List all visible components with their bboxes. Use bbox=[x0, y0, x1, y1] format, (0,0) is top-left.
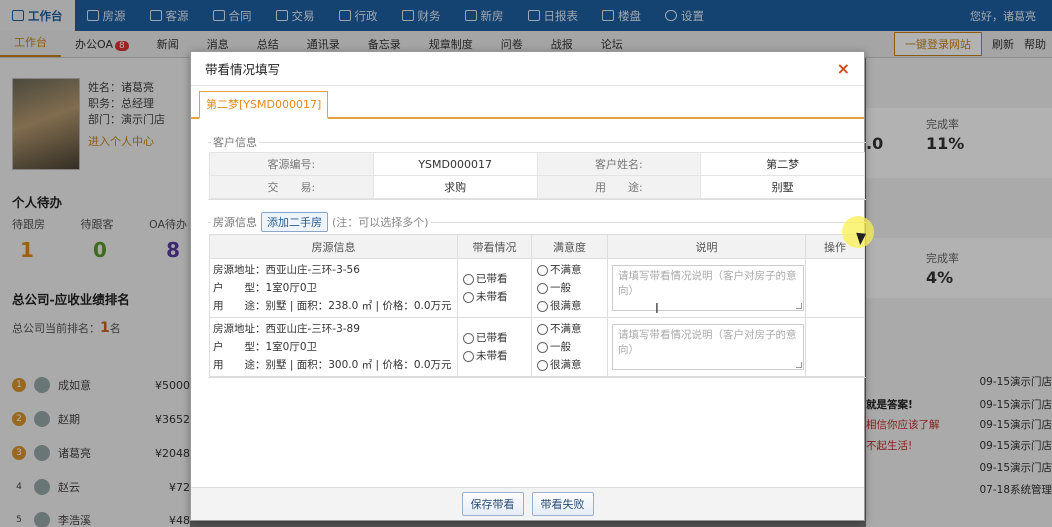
radio-very-satisfied[interactable]: 很满意 bbox=[537, 356, 607, 374]
showing-status-cell: 已带看 未带看 bbox=[457, 317, 532, 377]
field-value: YSMD000017 bbox=[372, 152, 538, 176]
house-usage: 用 途：别墅 | 面积：300.0 ㎡ | 价格：0.0万元 bbox=[213, 359, 452, 371]
showing-note-textarea[interactable]: 请填写带看情况说明（客户对房子的意向） bbox=[612, 324, 804, 370]
house-layout: 户 型：1室0厅0卫 bbox=[213, 282, 318, 294]
radio-circle-icon[interactable] bbox=[537, 282, 548, 294]
radio-circle-icon[interactable] bbox=[537, 264, 548, 276]
house-usage: 用 途：别墅 | 面积：238.0 ㎡ | 价格：0.0万元 bbox=[213, 300, 452, 312]
table-row: 交 易: 求购 用 途: 别墅 bbox=[209, 175, 865, 199]
radio-shown[interactable]: 已带看 bbox=[463, 270, 531, 288]
house-info-section: 房源信息 添加二手房 (注：可以选择多个) 房源信息 带看情况 满意度 说明 操… bbox=[199, 212, 866, 378]
house-table: 房源信息 带看情况 满意度 说明 操作 房源地址：西亚山庄-三环-3-56 户 … bbox=[209, 234, 865, 377]
radio-average[interactable]: 一般 bbox=[537, 279, 607, 297]
showing-status-cell: 已带看 未带看 bbox=[457, 258, 532, 318]
radio-very-satisfied[interactable]: 很满意 bbox=[537, 297, 607, 315]
add-second-hand-house-button[interactable]: 添加二手房 bbox=[261, 212, 328, 232]
house-info-cell: 房源地址：西亚山庄-三环-3-56 户 型：1室0厅0卫 用 途：别墅 | 面积… bbox=[209, 258, 458, 318]
radio-label: 未带看 bbox=[476, 350, 508, 362]
dialog-footer: 保存带看 带看失败 bbox=[191, 487, 864, 520]
action-cell bbox=[805, 258, 865, 318]
showing-failed-button[interactable]: 带看失败 bbox=[531, 492, 594, 516]
radio-not-shown[interactable]: 未带看 bbox=[463, 347, 531, 365]
radio-circle-icon[interactable] bbox=[537, 341, 548, 353]
radio-circle-icon[interactable] bbox=[463, 273, 474, 285]
radio-not-shown[interactable]: 未带看 bbox=[463, 288, 531, 306]
field-value: 第二梦 bbox=[700, 152, 865, 176]
table-row: 房源地址：西亚山庄-三环-3-89 户 型：1室0厅0卫 用 途：别墅 | 面积… bbox=[209, 317, 865, 377]
resize-grip-icon[interactable] bbox=[796, 362, 802, 368]
field-value: 求购 bbox=[372, 175, 538, 199]
column-header: 带看情况 bbox=[457, 234, 532, 259]
radio-label: 一般 bbox=[550, 282, 571, 294]
field-value: 别墅 bbox=[700, 175, 865, 199]
radio-average[interactable]: 一般 bbox=[537, 338, 607, 356]
showing-note-textarea[interactable]: 请填写带看情况说明（客户对房子的意向） bbox=[612, 265, 804, 311]
save-showing-button[interactable]: 保存带看 bbox=[461, 492, 524, 516]
radio-shown[interactable]: 已带看 bbox=[463, 329, 531, 347]
satisfaction-cell: 不满意 一般 很满意 bbox=[531, 317, 608, 377]
resize-grip-icon[interactable] bbox=[796, 303, 802, 309]
radio-label: 很满意 bbox=[550, 300, 582, 312]
house-address: 房源地址：西亚山庄-三环-3-56 bbox=[213, 264, 360, 276]
column-header: 房源信息 bbox=[209, 234, 458, 259]
house-legend-label: 房源信息 bbox=[213, 216, 257, 229]
showing-status-group: 已带看 未带看 bbox=[458, 329, 531, 365]
radio-circle-icon[interactable] bbox=[537, 359, 548, 371]
customer-table: 客源编号: YSMD000017 客户姓名: 第二梦 交 易: 求购 用 途: … bbox=[209, 152, 865, 199]
radio-label: 不满意 bbox=[550, 323, 582, 335]
radio-circle-icon[interactable] bbox=[463, 332, 474, 344]
radio-label: 一般 bbox=[550, 341, 571, 353]
radio-label: 不满意 bbox=[550, 264, 582, 276]
column-header: 说明 bbox=[607, 234, 806, 259]
satisfaction-cell: 不满意 一般 很满意 bbox=[531, 258, 608, 318]
house-info: 房源地址：西亚山庄-三环-3-56 户 型：1室0厅0卫 用 途：别墅 | 面积… bbox=[210, 261, 457, 315]
radio-circle-icon[interactable] bbox=[463, 350, 474, 362]
house-info: 房源地址：西亚山庄-三环-3-89 户 型：1室0厅0卫 用 途：别墅 | 面积… bbox=[210, 320, 457, 374]
radio-circle-icon[interactable] bbox=[463, 291, 474, 303]
field-label: 客户姓名: bbox=[536, 152, 702, 176]
dialog-tabs: 第二梦[YSMD000017] bbox=[191, 86, 864, 119]
house-fieldset: 房源信息 添加二手房 (注：可以选择多个) 房源信息 带看情况 满意度 说明 操… bbox=[208, 212, 866, 378]
radio-circle-icon[interactable] bbox=[537, 300, 548, 312]
table-row: 客源编号: YSMD000017 客户姓名: 第二梦 bbox=[209, 152, 865, 176]
action-cell bbox=[805, 317, 865, 377]
field-label: 客源编号: bbox=[209, 152, 374, 176]
house-layout: 户 型：1室0厅0卫 bbox=[213, 341, 318, 353]
column-header: 满意度 bbox=[531, 234, 608, 259]
dialog-title: 带看情况填写 bbox=[205, 62, 281, 77]
radio-unsatisfied[interactable]: 不满意 bbox=[537, 261, 607, 279]
showing-record-dialog: 带看情况填写 × 第二梦[YSMD000017] 客户信息 客源编号: YSMD… bbox=[190, 51, 866, 521]
radio-circle-icon[interactable] bbox=[537, 323, 548, 335]
radio-label: 已带看 bbox=[476, 273, 508, 285]
house-legend: 房源信息 添加二手房 (注：可以选择多个) bbox=[211, 212, 431, 232]
radio-unsatisfied[interactable]: 不满意 bbox=[537, 320, 607, 338]
radio-label: 很满意 bbox=[550, 359, 582, 371]
house-info-cell: 房源地址：西亚山庄-三环-3-89 户 型：1室0厅0卫 用 途：别墅 | 面积… bbox=[209, 317, 458, 377]
field-label: 用 途: bbox=[536, 175, 702, 199]
showing-status-group: 已带看 未带看 bbox=[458, 270, 531, 306]
table-row: 房源地址：西亚山庄-三环-3-56 户 型：1室0厅0卫 用 途：别墅 | 面积… bbox=[209, 258, 865, 318]
note-cell: 请填写带看情况说明（客户对房子的意向） bbox=[607, 317, 806, 377]
customer-info-section: 客户信息 客源编号: YSMD000017 客户姓名: 第二梦 交 易: 求购 … bbox=[199, 134, 866, 200]
multi-select-note: (注：可以选择多个) bbox=[332, 216, 429, 229]
client-tab[interactable]: 第二梦[YSMD000017] bbox=[199, 91, 329, 119]
field-label: 交 易: bbox=[209, 175, 374, 199]
dialog-header: 带看情况填写 × bbox=[191, 52, 864, 86]
satisfaction-group: 不满意 一般 很满意 bbox=[532, 261, 607, 315]
satisfaction-group: 不满意 一般 很满意 bbox=[532, 320, 607, 374]
house-address: 房源地址：西亚山庄-三环-3-89 bbox=[213, 323, 360, 335]
customer-legend: 客户信息 bbox=[213, 136, 257, 149]
radio-label: 未带看 bbox=[476, 291, 508, 303]
customer-fieldset: 客户信息 客源编号: YSMD000017 客户姓名: 第二梦 交 易: 求购 … bbox=[208, 134, 866, 200]
text-cursor-icon: I bbox=[655, 302, 659, 317]
radio-label: 已带看 bbox=[476, 332, 508, 344]
table-header-row: 房源信息 带看情况 满意度 说明 操作 bbox=[209, 234, 865, 259]
close-icon[interactable]: × bbox=[837, 59, 850, 78]
note-cell: 请填写带看情况说明（客户对房子的意向） bbox=[607, 258, 806, 318]
